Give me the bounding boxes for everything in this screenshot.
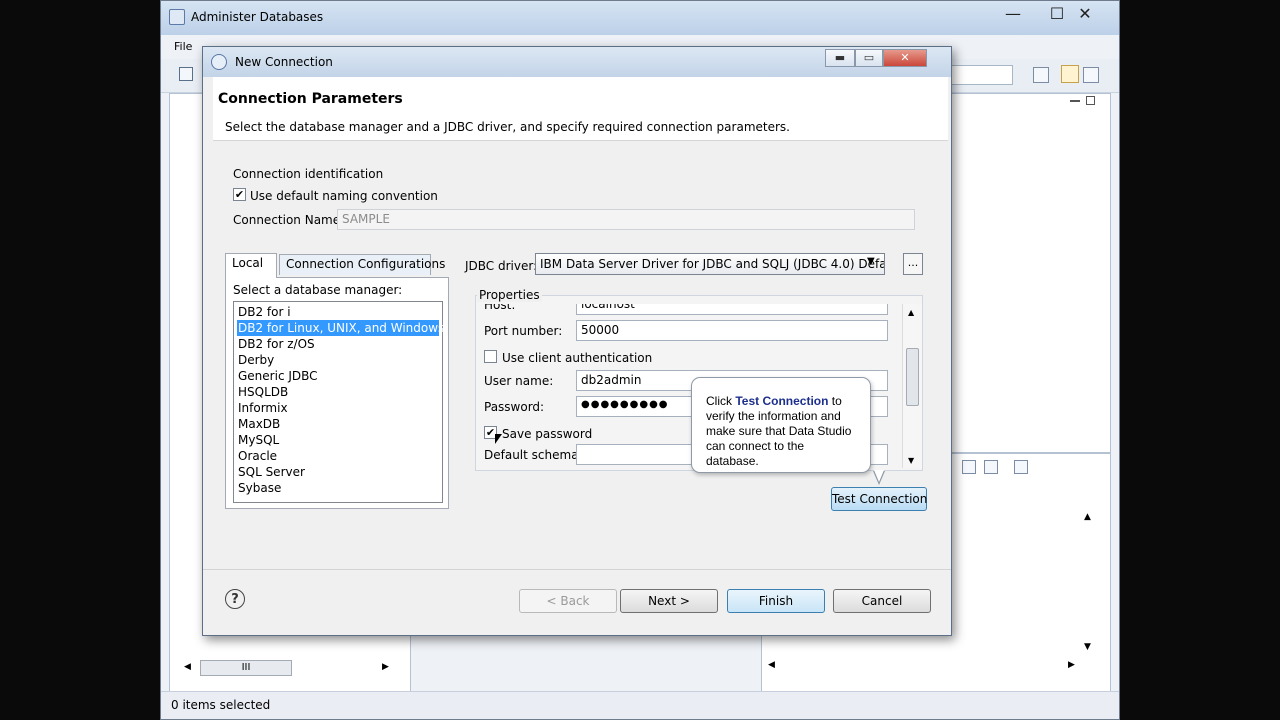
dialog-maximize-button[interactable]: ▭ <box>855 49 883 67</box>
help-icon[interactable]: ? <box>225 589 245 609</box>
page-description: Select the database manager and a JDBC d… <box>225 120 790 134</box>
horizontal-scroll-right-arrow[interactable]: ▶ <box>1068 660 1075 670</box>
background-titlebar: Administer Databases — ☐ ✕ <box>161 1 1119 35</box>
client-authentication-checkbox[interactable] <box>484 350 497 363</box>
password-label: Password: <box>484 400 545 414</box>
database-manager-label: Select a database manager: <box>233 283 403 297</box>
footer-divider <box>203 569 951 570</box>
list-item[interactable]: MySQL <box>237 432 439 448</box>
scroll-down-arrow[interactable]: ▼ <box>908 456 914 465</box>
connection-name-label: Connection Name: <box>233 213 345 227</box>
jdbc-driver-label: JDBC driver: <box>465 259 538 273</box>
jdbc-driver-select[interactable]: IBM Data Server Driver for JDBC and SQLJ… <box>535 253 885 275</box>
default-schema-label: Default schema: <box>484 448 583 462</box>
connection-identification-label: Connection identification <box>233 167 384 181</box>
scroll-left-arrow[interactable]: ◀ <box>184 662 191 672</box>
tutorial-callout: Click Test Connection to verify the info… <box>691 377 871 473</box>
view-maximize-icon[interactable] <box>1086 96 1095 105</box>
callout-pointer-fill <box>874 470 884 482</box>
view-toolbar-icon[interactable] <box>962 460 976 474</box>
status-text: 0 items selected <box>171 698 271 712</box>
dropdown-arrow-icon[interactable]: ▼ <box>867 256 875 267</box>
dialog-close-button[interactable]: ✕ <box>883 49 927 67</box>
list-item[interactable]: DB2 for i <box>237 304 439 320</box>
list-item[interactable]: HSQLDB <box>237 384 439 400</box>
dialog-header: Connection Parameters Select the databas… <box>213 77 948 141</box>
next-button[interactable]: Next > <box>620 589 718 613</box>
data-perspective-icon[interactable] <box>1061 65 1079 83</box>
save-password-label: Save password <box>502 427 593 441</box>
default-naming-checkbox[interactable]: ✔ <box>233 188 246 201</box>
scroll-up-arrow[interactable]: ▲ <box>908 308 914 317</box>
callout-text-pre: Click <box>706 394 736 408</box>
dialog-minimize-button[interactable]: ▬ <box>825 49 855 67</box>
vertical-scroll-down-arrow[interactable]: ▼ <box>1084 642 1091 652</box>
database-manager-list[interactable]: DB2 for i DB2 for Linux, UNIX, and Windo… <box>233 301 444 503</box>
view-filter-icon[interactable] <box>1014 460 1028 474</box>
test-connection-button[interactable]: Test Connection <box>831 487 927 511</box>
list-item-selected[interactable]: DB2 for Linux, UNIX, and Windows <box>237 320 444 336</box>
left-black-bar <box>0 0 160 720</box>
list-item[interactable]: Oracle <box>237 448 439 464</box>
status-bar: 0 items selected <box>161 691 1119 719</box>
port-number-label: Port number: <box>484 324 563 338</box>
host-label: Host: <box>484 304 516 312</box>
host-field[interactable]: localhost <box>576 304 888 315</box>
back-button[interactable]: < Back <box>519 589 617 613</box>
home-icon[interactable] <box>179 67 193 81</box>
jdbc-browse-button[interactable]: ... <box>903 253 923 275</box>
menu-file[interactable]: File <box>174 40 192 53</box>
list-item[interactable]: Derby <box>237 352 439 368</box>
properties-scrollbar[interactable]: ▲ ▼ <box>902 304 922 468</box>
list-item[interactable]: MaxDB <box>237 416 439 432</box>
minimize-button[interactable]: — <box>991 3 1035 25</box>
port-number-field[interactable]: 50000 <box>576 320 888 341</box>
dialog-titlebar[interactable]: New Connection ▬ ▭ ✕ <box>203 47 951 77</box>
perspective2-icon[interactable] <box>1083 67 1099 83</box>
new-connection-dialog: New Connection ▬ ▭ ✕ Connection Paramete… <box>202 46 952 636</box>
list-item[interactable]: SQL Server <box>237 464 439 480</box>
list-item[interactable]: Generic JDBC <box>237 368 439 384</box>
right-black-bar <box>1120 0 1280 720</box>
view-toolbar-icon-2[interactable] <box>984 460 998 474</box>
page-title: Connection Parameters <box>218 91 403 107</box>
tab-local[interactable]: Local <box>225 253 277 278</box>
close-button[interactable]: ✕ <box>1063 3 1107 25</box>
connection-name-field[interactable]: SAMPLE <box>337 209 915 230</box>
scroll-thumb[interactable] <box>906 348 919 406</box>
properties-label: Properties <box>477 288 542 302</box>
horizontal-scroll-left-arrow[interactable]: ◀ <box>768 660 775 670</box>
list-item[interactable]: Informix <box>237 400 439 416</box>
scroll-right-arrow[interactable]: ▶ <box>382 662 389 672</box>
mouse-cursor-icon <box>495 434 502 444</box>
list-item[interactable]: Sybase <box>237 480 439 496</box>
toolbar-search-field[interactable] <box>951 65 1013 85</box>
vertical-scroll-up-arrow[interactable]: ▲ <box>1084 512 1091 522</box>
horizontal-scroll-thumb[interactable]: III <box>200 660 292 676</box>
finish-button[interactable]: Finish <box>727 589 825 613</box>
background-window-title: Administer Databases <box>191 10 324 24</box>
callout-emphasis: Test Connection <box>735 394 829 408</box>
tab-connection-configurations[interactable]: Connection Configurations <box>279 254 445 275</box>
cancel-button[interactable]: Cancel <box>833 589 931 613</box>
view-minimize-icon[interactable] <box>1070 100 1080 102</box>
list-item[interactable]: DB2 for z/OS <box>237 336 439 352</box>
dialog-title: New Connection <box>235 55 333 69</box>
user-name-label: User name: <box>484 374 554 388</box>
perspective-icon[interactable] <box>1033 67 1049 83</box>
connection-icon <box>211 54 227 70</box>
app-icon <box>169 9 185 25</box>
client-authentication-label: Use client authentication <box>502 351 653 365</box>
default-naming-label: Use default naming convention <box>250 189 438 203</box>
